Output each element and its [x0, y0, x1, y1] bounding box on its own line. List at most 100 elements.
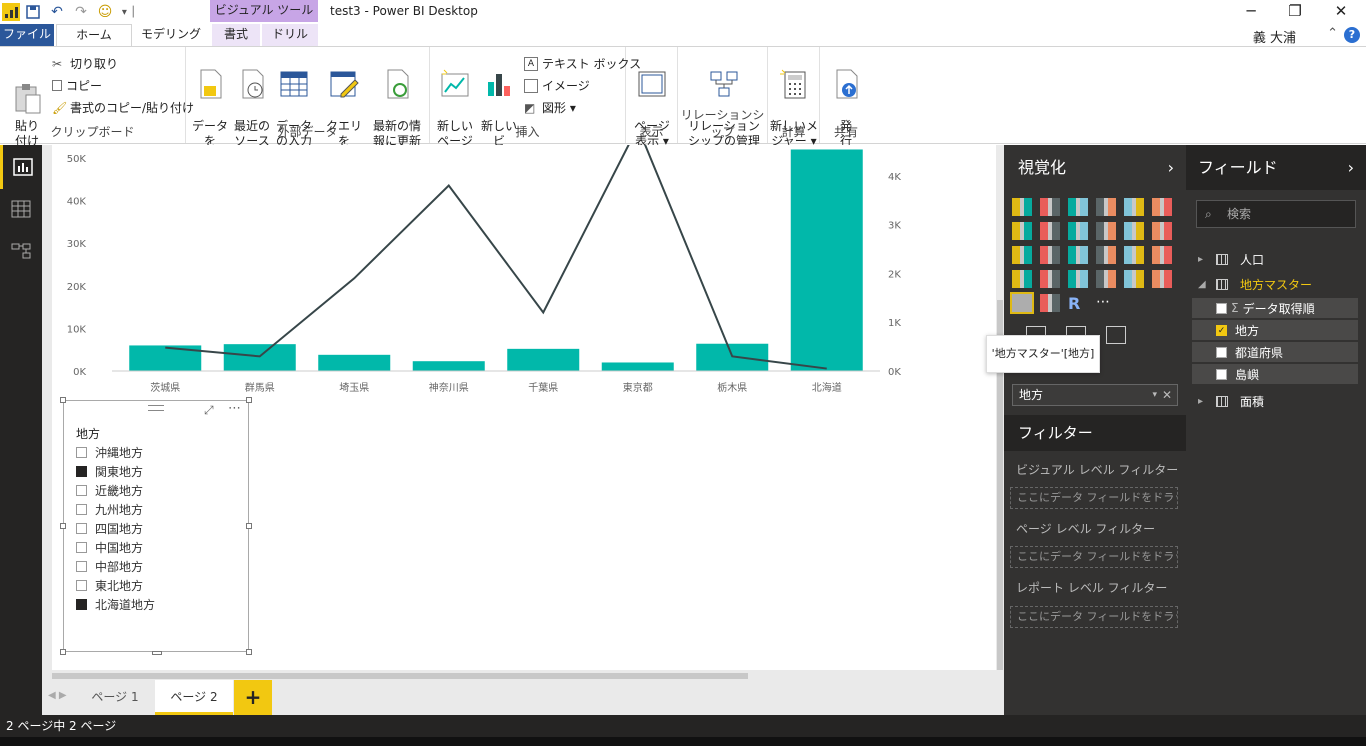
data-view-icon[interactable]: [0, 187, 42, 231]
bar[interactable]: [507, 348, 580, 371]
slicer-item[interactable]: 東北地方: [76, 576, 143, 595]
checkbox-icon[interactable]: [1216, 302, 1227, 314]
checkbox-icon[interactable]: [76, 561, 87, 572]
text-box-button[interactable]: A テキスト ボックス: [524, 55, 641, 72]
resize-handle[interactable]: [246, 649, 252, 655]
slicer-item[interactable]: 中国地方: [76, 538, 143, 557]
checkbox-icon[interactable]: [76, 504, 87, 515]
checkbox-checked-icon[interactable]: [76, 599, 87, 610]
visual-level-drop-zone[interactable]: ここにデータ フィールドをドラッグ...: [1010, 487, 1178, 509]
copy-button[interactable]: コピー: [52, 77, 102, 94]
smiley-feedback-icon[interactable]: ☺: [94, 1, 116, 23]
bar[interactable]: [412, 361, 485, 371]
checkbox-icon[interactable]: [1216, 368, 1227, 380]
bar[interactable]: [790, 149, 863, 371]
slicer-item[interactable]: 関東地方: [76, 462, 143, 481]
resize-handle[interactable]: [246, 397, 252, 403]
treemap-icon[interactable]: [1068, 246, 1088, 264]
expand-icon[interactable]: ▸: [1198, 254, 1212, 265]
tab-file[interactable]: ファイル: [0, 24, 54, 46]
tab-drill[interactable]: ドリル: [262, 24, 318, 46]
image-button[interactable]: イメージ: [524, 77, 590, 94]
more-options-icon[interactable]: ⋯: [228, 401, 241, 416]
checkbox-icon[interactable]: [76, 542, 87, 553]
kpi-icon[interactable]: [1152, 270, 1172, 288]
100-column-icon[interactable]: [1152, 198, 1172, 216]
tab-page-1[interactable]: ページ 1: [76, 680, 154, 715]
report-level-drop-zone[interactable]: ここにデータ フィールドをドラッグ...: [1010, 606, 1178, 628]
checkbox-icon[interactable]: [76, 580, 87, 591]
area-chart-icon[interactable]: [1040, 222, 1060, 240]
relationship-view-icon[interactable]: [0, 229, 42, 273]
line-chart-icon[interactable]: [1012, 222, 1032, 240]
expand-icon[interactable]: ▸: [1198, 396, 1212, 407]
report-view-icon[interactable]: [0, 145, 42, 189]
slicer-visual[interactable]: ⤢ ⋯ 地方 沖縄地方 関東地方 近畿地方 九州地方 四国地方 中国地方 中部地方 東北地方北…: [60, 397, 252, 655]
100-bar-icon[interactable]: [1124, 198, 1144, 216]
field-well[interactable]: 地方 ▾ ✕: [1012, 384, 1178, 406]
r-visual-icon[interactable]: R: [1068, 294, 1088, 313]
resize-handle[interactable]: [60, 523, 66, 529]
save-icon[interactable]: [22, 1, 44, 23]
stacked-area-icon[interactable]: [1068, 222, 1088, 240]
maximize-button[interactable]: ❐: [1272, 0, 1318, 24]
slicer-item[interactable]: 北海道地方: [76, 595, 155, 614]
field-row[interactable]: ✓ 地方: [1192, 320, 1358, 340]
field-row[interactable]: Σ データ取得順: [1192, 298, 1358, 318]
format-painter-button[interactable]: 🖌 書式のコピー/貼り付け: [52, 99, 194, 116]
table-visual-icon[interactable]: [1124, 246, 1144, 264]
stacked-column-icon[interactable]: [1040, 198, 1060, 216]
slicer-item[interactable]: 沖縄地方: [76, 443, 143, 462]
slicer-item[interactable]: 四国地方: [76, 519, 143, 538]
checkbox-icon[interactable]: [1216, 346, 1227, 358]
undo-icon[interactable]: ↶: [46, 1, 68, 23]
scatter-icon[interactable]: [1012, 246, 1032, 264]
cut-button[interactable]: ✂ 切り取り: [52, 55, 118, 72]
filled-map-icon[interactable]: [1012, 270, 1032, 288]
clustered-column-icon[interactable]: [1096, 198, 1116, 216]
waterfall-icon[interactable]: [1152, 222, 1172, 240]
collapse-icon[interactable]: ◢: [1198, 279, 1212, 290]
donut-icon[interactable]: [1040, 294, 1060, 312]
field-table-row[interactable]: ◢ 地方マスター: [1186, 273, 1366, 295]
line-clustered-column-icon[interactable]: [1124, 222, 1144, 240]
bar[interactable]: [318, 354, 391, 371]
resize-handle[interactable]: [60, 649, 66, 655]
field-row[interactable]: 島嶼: [1192, 364, 1358, 384]
resize-handle[interactable]: [60, 397, 66, 403]
horizontal-scrollbar[interactable]: [52, 673, 748, 679]
tab-home[interactable]: ホーム: [56, 24, 132, 47]
slicer-item[interactable]: 中部地方: [76, 557, 143, 576]
matrix-icon[interactable]: [1152, 246, 1172, 264]
clustered-bar-icon[interactable]: [1068, 198, 1088, 216]
bar[interactable]: [601, 362, 674, 371]
fields-search-input[interactable]: ⌕ 検索: [1196, 200, 1356, 228]
slicer-item[interactable]: 九州地方: [76, 500, 143, 519]
remove-icon[interactable]: ✕: [1162, 385, 1172, 405]
customize-qat-icon[interactable]: ▾ │: [118, 1, 140, 23]
minimize-button[interactable]: ─: [1228, 0, 1274, 24]
card-icon[interactable]: [1124, 270, 1144, 288]
page-level-drop-zone[interactable]: ここにデータ フィールドをドラッグ...: [1010, 546, 1178, 568]
pie-chart-icon[interactable]: [1040, 246, 1060, 264]
drag-grip-icon[interactable]: [148, 405, 164, 411]
bar[interactable]: [223, 344, 296, 371]
checkbox-checked-icon[interactable]: ✓: [1216, 324, 1227, 336]
dropdown-icon[interactable]: ▾: [1152, 385, 1157, 405]
field-row[interactable]: 都道府県: [1192, 342, 1358, 362]
close-button[interactable]: ✕: [1318, 0, 1364, 24]
focus-mode-icon[interactable]: ⤢: [204, 403, 214, 418]
tab-page-2[interactable]: ページ 2: [155, 680, 233, 715]
tab-modeling[interactable]: モデリング: [140, 24, 202, 46]
field-table-row[interactable]: ▸ 人口: [1186, 248, 1366, 270]
chevron-right-icon[interactable]: ›: [1168, 145, 1174, 190]
analytics-tab-icon[interactable]: [1106, 326, 1126, 344]
help-icon[interactable]: ?: [1344, 27, 1360, 43]
stacked-bar-icon[interactable]: [1012, 198, 1032, 216]
checkbox-icon[interactable]: [76, 447, 87, 458]
slicer-icon[interactable]: [1010, 292, 1034, 314]
collapse-ribbon-icon[interactable]: ⌃: [1327, 26, 1338, 41]
prev-page-icon[interactable]: ◀ ▶: [48, 690, 67, 701]
tab-format[interactable]: 書式: [212, 24, 260, 46]
resize-handle[interactable]: [246, 523, 252, 529]
